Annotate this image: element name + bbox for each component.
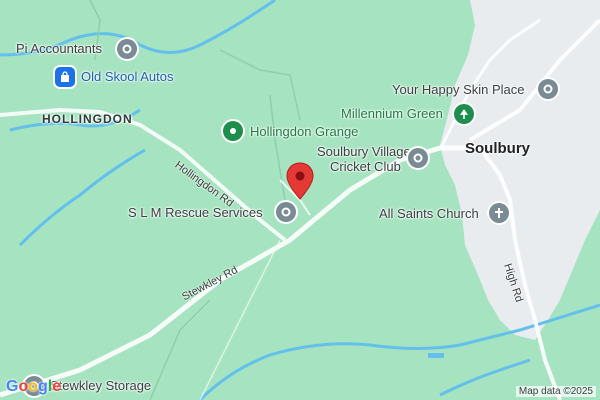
- tree-glyph-icon: [460, 109, 468, 119]
- location-marker-icon[interactable]: [286, 162, 314, 200]
- map-canvas[interactable]: HOLLINGDON Soulbury Hollingdon Rd Stewkl…: [0, 0, 600, 400]
- green-dot-icon[interactable]: [223, 121, 243, 141]
- pin-gray-icon[interactable]: [538, 79, 558, 99]
- shopping-bag-icon[interactable]: [55, 67, 75, 87]
- track: [149, 299, 211, 400]
- poi-label-cricket-club-line2[interactable]: Cricket Club: [330, 159, 401, 175]
- google-logo: Google: [6, 378, 62, 395]
- pin-glyph-icon: [543, 84, 553, 94]
- poi-label-your-happy-skin-place[interactable]: Your Happy Skin Place: [392, 82, 525, 98]
- place-label-hollingdon: HOLLINGDON: [42, 112, 133, 126]
- road-line: [0, 145, 480, 398]
- pin-gray-icon[interactable]: [117, 39, 137, 59]
- cross-glyph-icon: [495, 208, 503, 218]
- dot-glyph-icon: [230, 128, 236, 134]
- poi-label-all-saints-church[interactable]: All Saints Church: [379, 206, 479, 222]
- road-line: [199, 239, 281, 400]
- cross-icon[interactable]: [489, 203, 509, 223]
- pin-gray-icon[interactable]: [276, 202, 296, 222]
- pin-glyph-icon: [413, 153, 423, 163]
- poi-label-slm-rescue-services[interactable]: S L M Rescue Services: [128, 205, 263, 221]
- poi-label-old-skool-autos[interactable]: Old Skool Autos: [81, 69, 174, 85]
- stream: [18, 148, 146, 247]
- poi-label-hollingdon-grange[interactable]: Hollingdon Grange: [250, 124, 358, 140]
- pond: [428, 353, 444, 358]
- pin-gray-icon[interactable]: [408, 148, 428, 168]
- place-label-soulbury: Soulbury: [465, 140, 531, 157]
- bag-glyph-icon: [61, 71, 69, 82]
- map-attribution[interactable]: Map data ©2025: [515, 386, 596, 397]
- poi-label-cricket-club-line1[interactable]: Soulbury Village: [317, 144, 411, 160]
- poi-label-stewkley-storage[interactable]: Stewkley Storage: [50, 378, 151, 394]
- track: [269, 94, 286, 201]
- tree-icon[interactable]: [454, 104, 474, 124]
- poi-label-pi-accountants[interactable]: Pi Accountants: [16, 41, 102, 57]
- pin-glyph-icon: [281, 207, 291, 217]
- map-base-layer: [0, 0, 600, 400]
- poi-label-millennium-green[interactable]: Millennium Green: [341, 106, 443, 122]
- track: [219, 49, 301, 121]
- pin-glyph-icon: [122, 44, 132, 54]
